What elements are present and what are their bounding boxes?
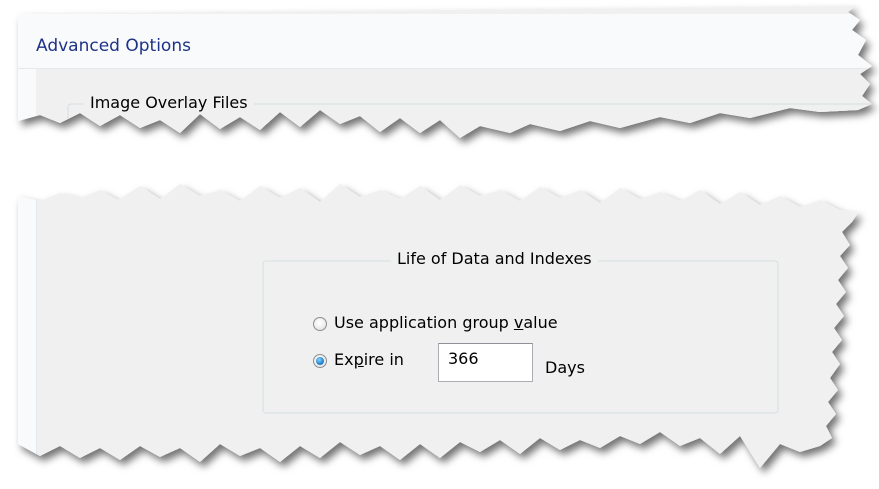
radio-button-unchecked[interactable] [313,317,327,331]
days-label: Days [545,358,585,377]
radio-expire-in[interactable]: Expire in [312,349,432,373]
life-group-label: Life of Data and Indexes [391,249,598,268]
image-overlay-group-label: Image Overlay Files [84,93,254,112]
dialog-title: Advanced Options [36,36,191,56]
radio-button-checked[interactable] [313,354,327,368]
radio-use-application-group[interactable]: Use application group value [312,312,632,336]
expire-in-label: Expire in [334,350,404,369]
expire-days-input[interactable]: 366 [438,343,533,382]
use-app-group-label: Use application group value [334,313,558,332]
top-dialog-fragment [18,6,872,468]
